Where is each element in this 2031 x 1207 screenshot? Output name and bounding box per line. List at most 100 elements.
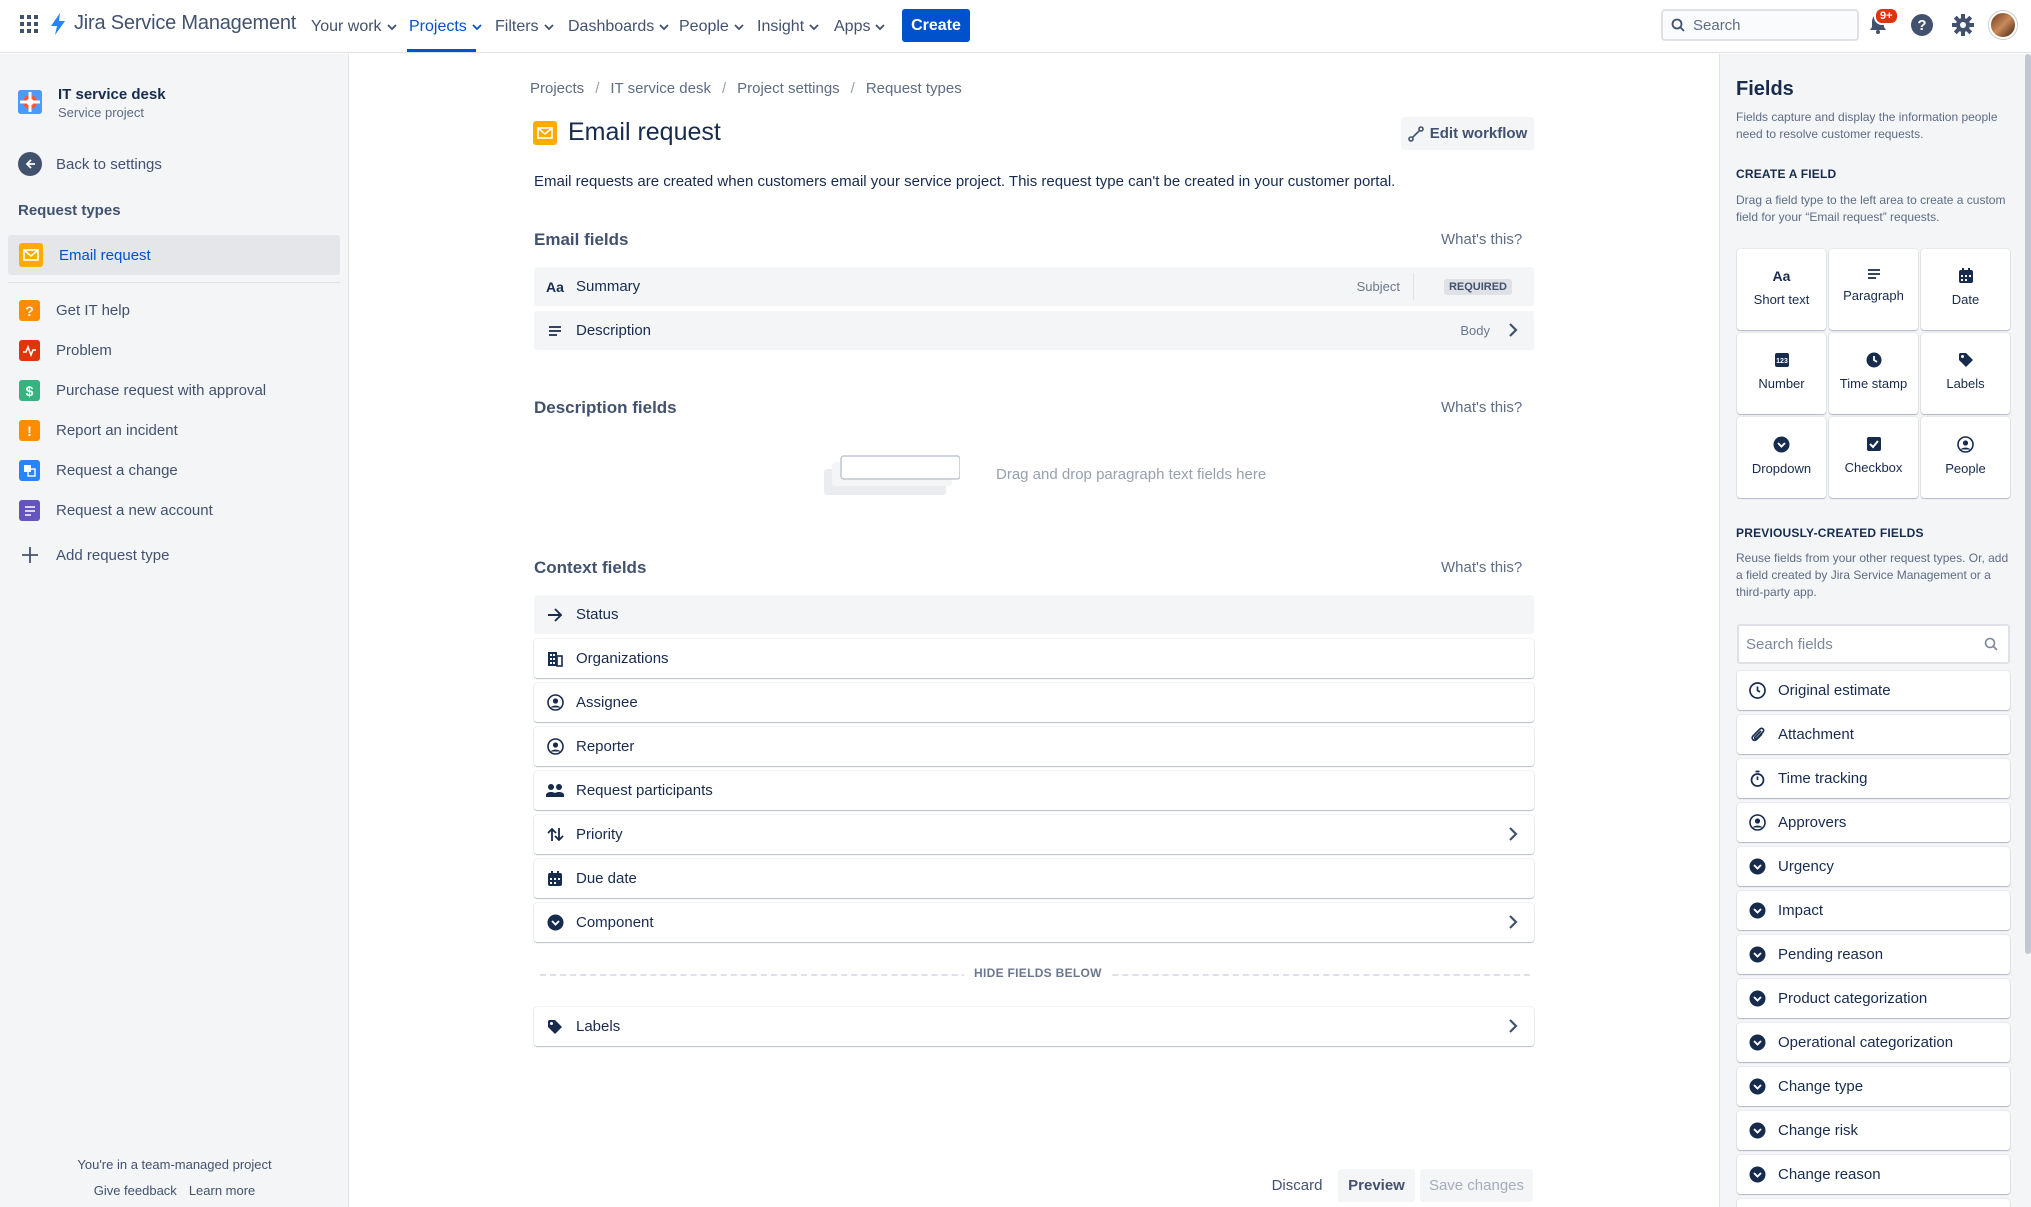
dropdown-circle-icon	[1749, 1034, 1766, 1051]
chevron-right-icon[interactable]	[1504, 825, 1522, 843]
field-priority[interactable]: Priority	[534, 815, 1534, 854]
panel-title: Fields	[1736, 78, 1794, 100]
field-type-checkbox[interactable]: Checkbox	[1829, 417, 1918, 498]
create-button[interactable]: Create	[902, 9, 970, 42]
dropdown-circle-icon	[1749, 946, 1766, 963]
nav-label: Dashboards	[568, 18, 655, 35]
user-avatar[interactable]	[1989, 11, 2017, 39]
edit-workflow-button[interactable]: Edit workflow	[1401, 117, 1534, 150]
prev-field-pending-reason[interactable]: Pending reason	[1737, 935, 2010, 974]
field-description[interactable]: Description Body	[534, 311, 1534, 350]
whats-this-link[interactable]: What's this?	[1441, 231, 1522, 248]
chevron-right-icon[interactable]	[1504, 321, 1522, 339]
breadcrumb-project-settings[interactable]: Project settings	[737, 80, 840, 97]
search-input[interactable]: Search	[1661, 9, 1859, 41]
sidebar-item-report-incident[interactable]: ! Report an incident	[19, 420, 178, 441]
field-summary[interactable]: Aa Summary Subject REQUIRED	[534, 267, 1534, 306]
field-type-labels[interactable]: Labels	[1921, 333, 2010, 414]
nav-dashboards[interactable]: Dashboards	[568, 16, 669, 38]
add-request-type-button[interactable]: Add request type	[19, 546, 169, 564]
text-format-icon: Aa	[1772, 268, 1791, 284]
prev-field-urgency[interactable]: Urgency	[1737, 847, 2010, 886]
people-group-icon	[546, 782, 564, 800]
search-placeholder: Search	[1693, 16, 1741, 34]
field-label: Labels	[576, 1018, 621, 1035]
discard-button[interactable]: Discard	[1257, 1169, 1337, 1202]
settings-gear-icon[interactable]	[1951, 13, 1975, 37]
sidebar-item-new-account[interactable]: Request a new account	[19, 500, 213, 521]
field-labels[interactable]: Labels	[534, 1007, 1534, 1046]
prev-field-approvers[interactable]: Approvers	[1737, 803, 2010, 842]
jira-logo[interactable]: Jira Service Management	[50, 12, 296, 35]
back-to-settings-link[interactable]: Back to settings	[18, 152, 162, 176]
app-switcher-icon[interactable]	[20, 15, 38, 33]
nav-filters[interactable]: Filters	[495, 16, 554, 38]
field-label: Status	[576, 606, 619, 623]
sidebar-item-request-change[interactable]: Request a change	[19, 460, 178, 481]
save-changes-button[interactable]: Save changes	[1420, 1169, 1533, 1202]
chevron-down-icon	[734, 23, 744, 31]
clock-icon	[1866, 352, 1882, 368]
nav-people[interactable]: People	[679, 16, 744, 38]
preview-button[interactable]: Preview	[1338, 1169, 1415, 1202]
prev-field-operational-categorization[interactable]: Operational categorization	[1737, 1023, 2010, 1062]
field-component[interactable]: Component	[534, 903, 1534, 942]
prev-field-original-estimate[interactable]: Original estimate	[1737, 671, 2010, 710]
field-type-dropdown[interactable]: Dropdown	[1737, 417, 1826, 498]
field-type-short-text[interactable]: Aa Short text	[1737, 249, 1826, 330]
whats-this-link[interactable]: What's this?	[1441, 559, 1522, 576]
field-type-people[interactable]: People	[1921, 417, 2010, 498]
search-fields-input[interactable]: Search fields	[1737, 624, 2010, 664]
prev-field-time-tracking[interactable]: Time tracking	[1737, 759, 2010, 798]
give-feedback-link[interactable]: Give feedback	[94, 1183, 177, 1198]
chevron-right-icon[interactable]	[1504, 913, 1522, 931]
nav-projects[interactable]: Projects	[409, 16, 482, 38]
nav-your-work[interactable]: Your work	[311, 16, 397, 38]
sidebar-item-get-it-help[interactable]: ? Get IT help	[19, 300, 130, 321]
sidebar-item-purchase-request[interactable]: $ Purchase request with approval	[19, 380, 266, 401]
field-type-paragraph[interactable]: Paragraph	[1829, 249, 1918, 330]
breadcrumb-projects[interactable]: Projects	[530, 80, 584, 97]
field-reporter[interactable]: Reporter	[534, 727, 1534, 766]
field-organizations[interactable]: Organizations	[534, 639, 1534, 678]
project-name[interactable]: IT service desk	[58, 86, 166, 103]
prev-field-label: Time tracking	[1778, 770, 1868, 787]
request-types-heading: Request types	[18, 202, 121, 219]
sidebar-item-problem[interactable]: Problem	[19, 340, 112, 361]
breadcrumb-request-types[interactable]: Request types	[866, 80, 962, 97]
text-format-icon: Aa	[546, 278, 564, 295]
envelope-icon	[19, 243, 43, 267]
chevron-right-icon[interactable]	[1504, 1017, 1522, 1035]
breadcrumb-project[interactable]: IT service desk	[610, 80, 711, 97]
envelope-icon	[533, 121, 557, 145]
prev-field-change-reason[interactable]: Change reason	[1737, 1155, 2010, 1194]
help-icon[interactable]: ?	[1910, 13, 1934, 37]
field-status[interactable]: Status	[534, 595, 1534, 634]
field-due-date[interactable]: Due date	[534, 859, 1534, 898]
search-fields-placeholder: Search fields	[1746, 635, 1833, 653]
context-fields-heading: Context fields	[534, 558, 647, 577]
prev-field-change-risk[interactable]: Change risk	[1737, 1111, 2010, 1150]
field-mapping: Body	[1460, 323, 1490, 338]
prev-field-change-type[interactable]: Change type	[1737, 1067, 2010, 1106]
field-type-date[interactable]: Date	[1921, 249, 2010, 330]
field-request-participants[interactable]: Request participants	[534, 771, 1534, 810]
svg-text:123: 123	[1776, 358, 1788, 365]
prev-field-product-categorization[interactable]: Product categorization	[1737, 979, 2010, 1018]
nav-insight[interactable]: Insight	[757, 16, 819, 38]
prev-field-attachment[interactable]: Attachment	[1737, 715, 2010, 754]
sidebar-item-label: Purchase request with approval	[56, 382, 267, 399]
field-assignee[interactable]: Assignee	[534, 683, 1534, 722]
field-type-time-stamp[interactable]: Time stamp	[1829, 333, 1918, 414]
learn-more-link[interactable]: Learn more	[189, 1183, 255, 1198]
panel-scrollbar[interactable]	[2025, 54, 2031, 954]
field-type-number[interactable]: 123 Number	[1737, 333, 1826, 414]
previous-fields-help: Reuse fields from your other request typ…	[1736, 551, 2009, 599]
field-label: Description	[576, 322, 652, 339]
nav-apps[interactable]: Apps	[834, 16, 886, 38]
sidebar-item-email-request[interactable]: Email request	[8, 235, 340, 275]
dropdown-circle-icon	[546, 914, 564, 932]
prev-field-impact[interactable]: Impact	[1737, 891, 2010, 930]
whats-this-link[interactable]: What's this?	[1441, 399, 1522, 416]
prev-field-partial[interactable]	[1737, 1199, 2010, 1207]
